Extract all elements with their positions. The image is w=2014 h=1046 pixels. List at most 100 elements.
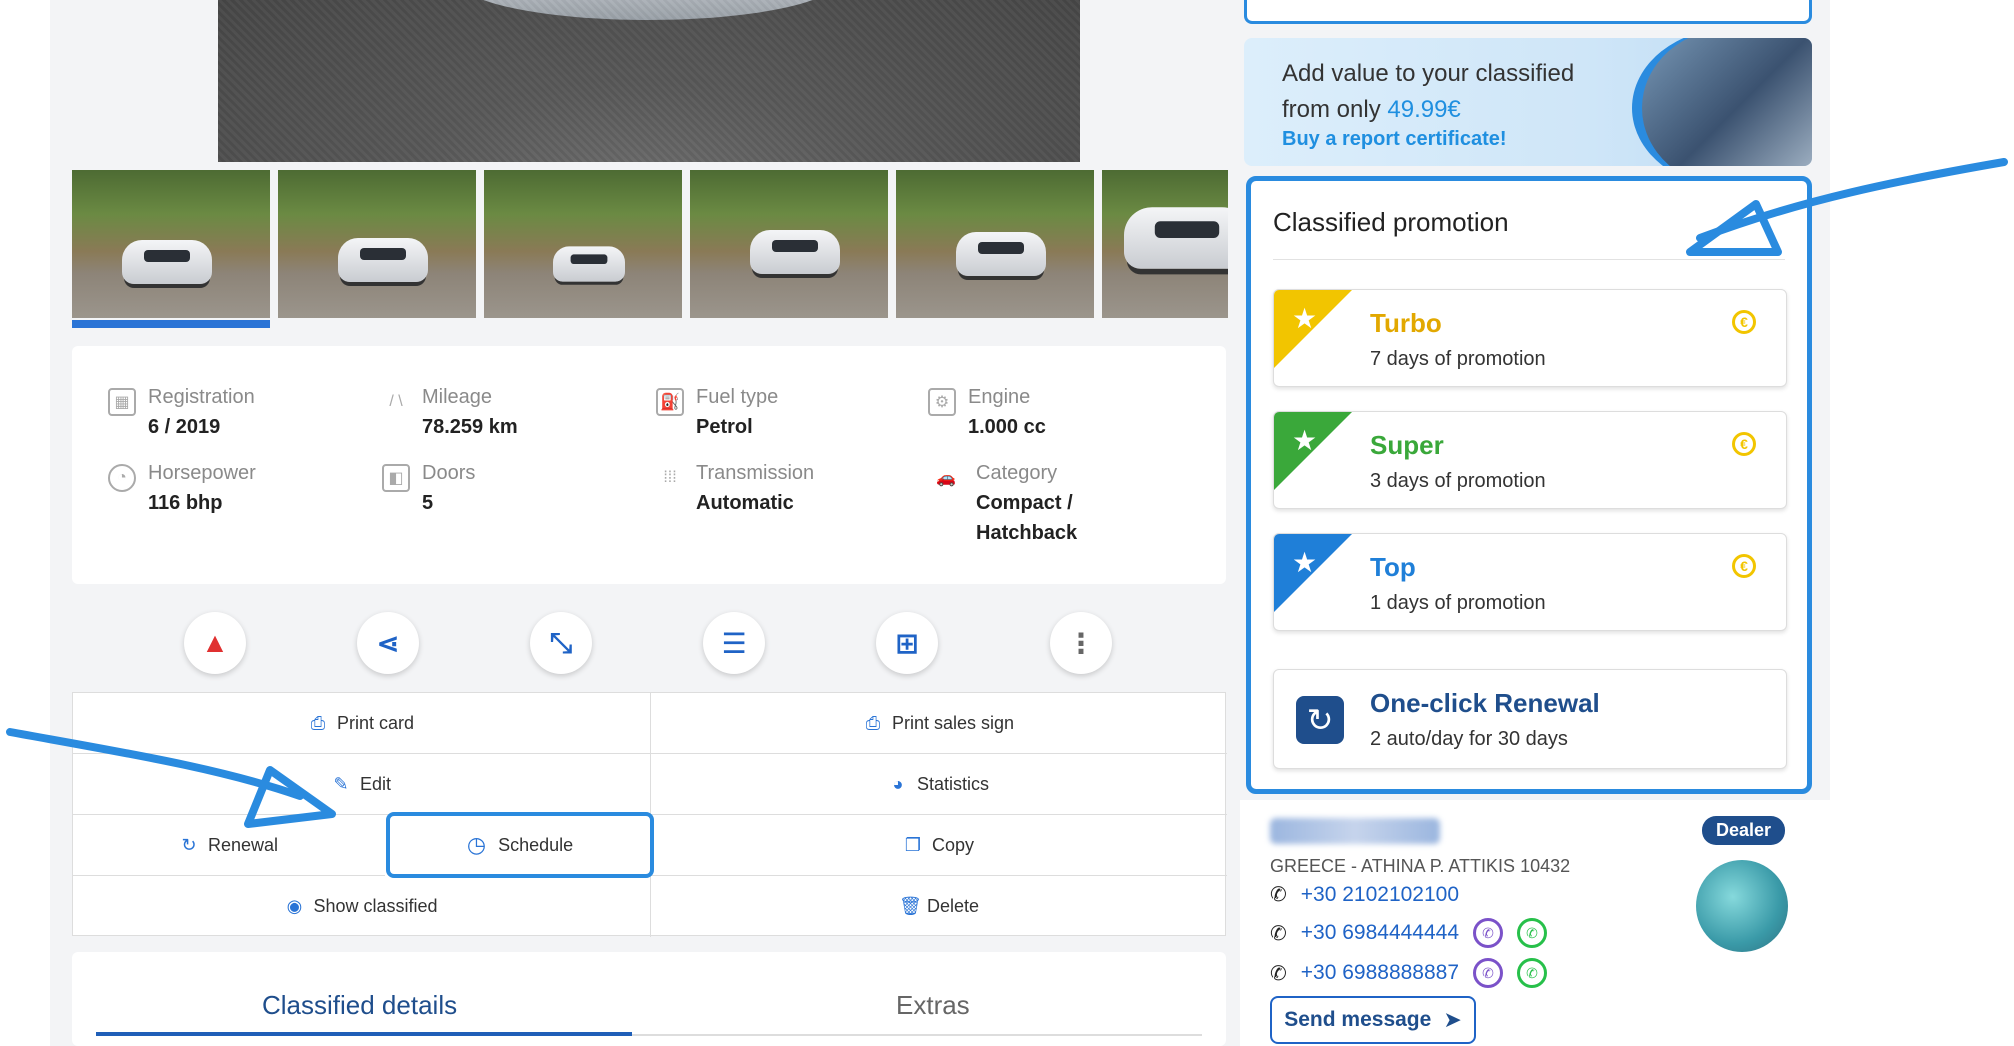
spec-label: Doors bbox=[422, 462, 476, 484]
tabs: Classified details Extras bbox=[72, 952, 1226, 1046]
add-to-list-icon[interactable]: ☰ bbox=[703, 612, 765, 674]
phone-icon: ✆ bbox=[1270, 922, 1287, 945]
promotion-top[interactable]: ★ Top 1 days of promotion € bbox=[1273, 533, 1787, 631]
spec-label: Category bbox=[976, 462, 1058, 484]
phone-icon: ✆ bbox=[1270, 962, 1287, 985]
refresh-icon: ↻ bbox=[181, 834, 197, 855]
phone-icon: ✆ bbox=[1270, 884, 1287, 906]
phone-row[interactable]: ✆ +30 6988888887 ✆ ✆ bbox=[1270, 958, 1548, 988]
spec-mileage: / \ Mileage 78.259 km bbox=[382, 382, 518, 442]
spec-label: Transmission bbox=[696, 462, 815, 484]
gearbox-icon: ⁞⁞⁞ bbox=[663, 469, 677, 486]
schedule-button[interactable]: ◷ Schedule bbox=[386, 812, 654, 878]
coin-icon: € bbox=[1732, 432, 1756, 456]
printer-icon: ⎙ bbox=[310, 712, 326, 733]
buy-report-link[interactable]: Buy a report certificate! bbox=[1282, 128, 1507, 151]
thumbnail-active-indicator bbox=[72, 320, 270, 328]
thumbnail-4[interactable] bbox=[690, 170, 888, 318]
dealer-name-blurred[interactable] bbox=[1270, 818, 1440, 844]
dealer-card: Dealer GREECE - ATHINA P. ATTIKIS 10432 … bbox=[1240, 800, 1830, 1046]
classified-promotion-panel: Classified promotion ★ Turbo 7 days of p… bbox=[1246, 176, 1812, 794]
spec-label: Registration bbox=[148, 386, 255, 408]
phone-row[interactable]: ✆ +30 2102102100 bbox=[1270, 882, 1459, 907]
edit-icon: ✎ bbox=[333, 773, 349, 794]
coin-icon: € bbox=[1732, 554, 1756, 578]
spec-horsepower: ◔ Horsepower 116 bhp bbox=[108, 458, 256, 518]
gauge-icon: ◔ bbox=[108, 464, 136, 492]
tab-classified-details[interactable]: Classified details bbox=[262, 990, 457, 1021]
active-tab-indicator bbox=[96, 1032, 632, 1036]
print-card-button[interactable]: ⎙ Print card bbox=[73, 693, 650, 754]
spec-engine: ⚙ Engine 1.000 cc bbox=[928, 382, 1046, 442]
print-sales-sign-button[interactable]: ⎙ Print sales sign bbox=[651, 693, 1227, 754]
promotion-title: Classified promotion bbox=[1273, 207, 1509, 237]
spec-label: Engine bbox=[968, 386, 1031, 408]
copy-button[interactable]: ❐ Copy bbox=[651, 815, 1227, 876]
spec-label: Horsepower bbox=[148, 462, 256, 484]
spec-value: 1.000 cc bbox=[968, 416, 1046, 438]
main-photo[interactable] bbox=[218, 0, 1080, 162]
star-icon: ★ bbox=[1292, 425, 1318, 456]
trash-icon: 🗑 bbox=[898, 896, 922, 916]
car-icon: 🚗 bbox=[936, 470, 956, 487]
viber-icon[interactable]: ✆ bbox=[1473, 918, 1504, 948]
star-icon: ★ bbox=[1292, 547, 1318, 578]
spec-doors: ◧ Doors 5 bbox=[382, 458, 475, 518]
renewal-icon: ↻ bbox=[1296, 696, 1344, 744]
share-icon[interactable]: ⋖ bbox=[357, 612, 419, 674]
phone-row[interactable]: ✆ +30 6984444444 ✆ ✆ bbox=[1270, 918, 1548, 948]
handshake-image bbox=[1632, 38, 1812, 166]
spec-fuel-type: ⛽ Fuel type Petrol bbox=[656, 382, 778, 442]
report-warning-icon[interactable]: ▲ bbox=[184, 612, 246, 674]
door-icon: ◧ bbox=[382, 464, 410, 492]
report-certificate-banner[interactable]: Add value to your classified from only 4… bbox=[1244, 38, 1812, 166]
statistics-button[interactable]: ◕ Statistics bbox=[651, 754, 1227, 815]
spec-value: 6 / 2019 bbox=[148, 416, 221, 438]
send-icon: ➤ bbox=[1443, 1007, 1462, 1032]
promotion-turbo[interactable]: ★ Turbo 7 days of promotion € bbox=[1273, 289, 1787, 387]
tab-extras[interactable]: Extras bbox=[896, 990, 970, 1021]
thumbnail-6[interactable] bbox=[1102, 170, 1228, 318]
whatsapp-icon[interactable]: ✆ bbox=[1517, 918, 1548, 948]
send-message-button[interactable]: Send message ➤ bbox=[1270, 996, 1476, 1044]
thumbnail-1[interactable] bbox=[72, 170, 270, 318]
copy-icon: ❐ bbox=[904, 834, 922, 855]
spec-label: Mileage bbox=[422, 386, 493, 408]
specs-card: ▦ Registration 6 / 2019 / \ Mileage 78.259… bbox=[72, 346, 1226, 584]
dealer-address: GREECE - ATHINA P. ATTIKIS 10432 bbox=[1270, 856, 1571, 876]
banner-price: 49.99€ bbox=[1387, 96, 1461, 123]
engine-icon: ⚙ bbox=[928, 388, 956, 416]
edit-button[interactable]: ✎ Edit bbox=[73, 754, 650, 815]
whatsapp-icon[interactable]: ✆ bbox=[1517, 958, 1548, 988]
printer-icon: ⎙ bbox=[865, 712, 881, 733]
viber-icon[interactable]: ✆ bbox=[1473, 958, 1504, 988]
show-classified-button[interactable]: ◉ Show classified bbox=[73, 876, 650, 937]
renewal-button[interactable]: ↻ Renewal bbox=[73, 815, 385, 876]
add-note-icon[interactable]: ⊞ bbox=[876, 612, 938, 674]
one-click-renewal[interactable]: ↻ One-click Renewal 2 auto/day for 30 da… bbox=[1273, 669, 1787, 769]
spec-category: 🚗 Category Compact / Hatchback bbox=[928, 458, 1077, 548]
thumbnail-5[interactable] bbox=[896, 170, 1094, 318]
eye-icon: ◉ bbox=[286, 896, 303, 916]
pie-chart-icon: ◕ bbox=[892, 773, 904, 794]
spec-value: 5 bbox=[422, 492, 434, 514]
thumbnail-strip bbox=[72, 170, 1228, 330]
spec-registration: ▦ Registration 6 / 2019 bbox=[108, 382, 255, 442]
compare-arrows-icon[interactable]: ⤡ bbox=[530, 612, 592, 674]
offers-box bbox=[1244, 0, 1812, 24]
spec-label: Fuel type bbox=[696, 386, 779, 408]
fuel-pump-icon: ⛽ bbox=[656, 388, 684, 416]
delete-button[interactable]: 🗑 Delete bbox=[651, 876, 1227, 937]
spec-transmission: ⁞⁞⁞ Transmission Automatic bbox=[656, 458, 814, 518]
thumbnail-3[interactable] bbox=[484, 170, 682, 318]
promotion-super[interactable]: ★ Super 3 days of promotion € bbox=[1273, 411, 1787, 509]
spec-value: 78.259 km bbox=[422, 416, 518, 438]
more-options-icon[interactable]: ⋮ bbox=[1050, 612, 1112, 674]
calendar-icon: ▦ bbox=[108, 388, 136, 416]
spec-value: Hatchback bbox=[976, 522, 1078, 544]
thumbnail-2[interactable] bbox=[278, 170, 476, 318]
spec-value: Automatic bbox=[696, 492, 794, 514]
dealer-avatar[interactable] bbox=[1696, 860, 1788, 952]
star-icon: ★ bbox=[1292, 303, 1318, 334]
clock-icon: ◷ bbox=[466, 832, 487, 857]
